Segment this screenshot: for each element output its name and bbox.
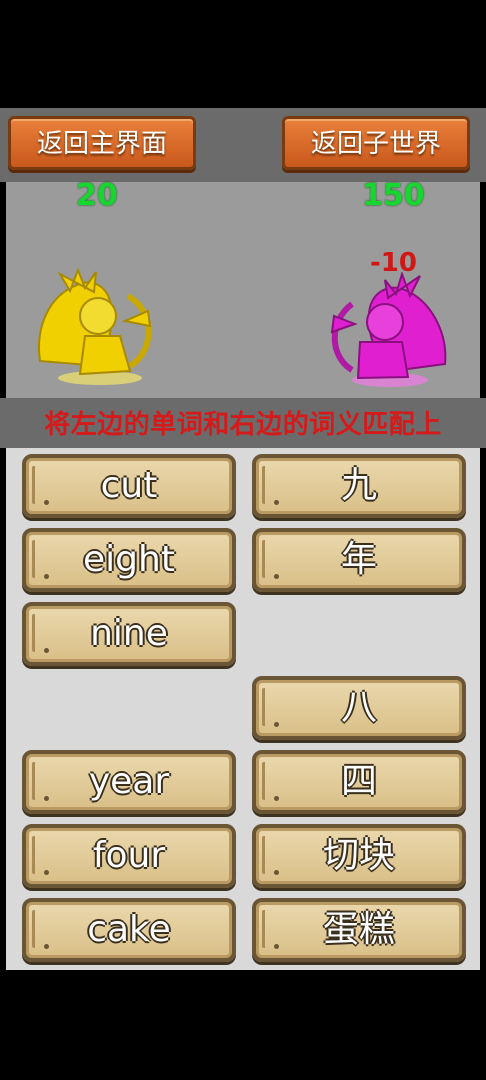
word-card-year[interactable]: year: [22, 750, 236, 814]
instruction-text: 将左边的单词和右边的词义匹配上: [44, 410, 442, 440]
word-card-cake[interactable]: cake: [22, 898, 236, 962]
word-card-cut[interactable]: cut: [22, 454, 236, 518]
bottom-bar: [0, 970, 486, 1080]
word-card-eight[interactable]: eight: [22, 528, 236, 592]
meaning-card-cut[interactable]: 切块: [252, 824, 466, 888]
meaning-card-cake[interactable]: 蛋糕: [252, 898, 466, 962]
back-to-main-button[interactable]: 返回主界面: [8, 116, 196, 170]
meaning-label: 九: [340, 465, 377, 506]
meaning-label: 八: [340, 687, 377, 728]
status-bar: [0, 0, 486, 108]
meaning-label: 四: [340, 761, 377, 802]
back-to-subworld-button[interactable]: 返回子世界: [282, 116, 470, 170]
player-hero-icon: [38, 267, 152, 385]
enemy-score: 150: [362, 178, 425, 213]
meaning-card-eight[interactable]: 八: [252, 676, 466, 740]
meaning-card-four[interactable]: 四: [252, 750, 466, 814]
enemy-hero-icon: [330, 272, 447, 387]
meaning-label: 切块: [322, 835, 395, 876]
player-score: 20: [76, 178, 118, 213]
word-label: nine: [90, 613, 168, 654]
meaning-label: 年: [340, 539, 377, 580]
word-card-nine[interactable]: nine: [22, 602, 236, 666]
meaning-card-year[interactable]: 年: [252, 528, 466, 592]
word-label: cut: [100, 465, 158, 506]
word-label: cake: [87, 909, 171, 950]
word-card-four[interactable]: four: [22, 824, 236, 888]
meaning-card-nine[interactable]: 九: [252, 454, 466, 518]
word-label: four: [92, 835, 166, 876]
meaning-label: 蛋糕: [322, 909, 395, 950]
word-label: eight: [83, 539, 175, 580]
word-label: year: [88, 761, 170, 802]
